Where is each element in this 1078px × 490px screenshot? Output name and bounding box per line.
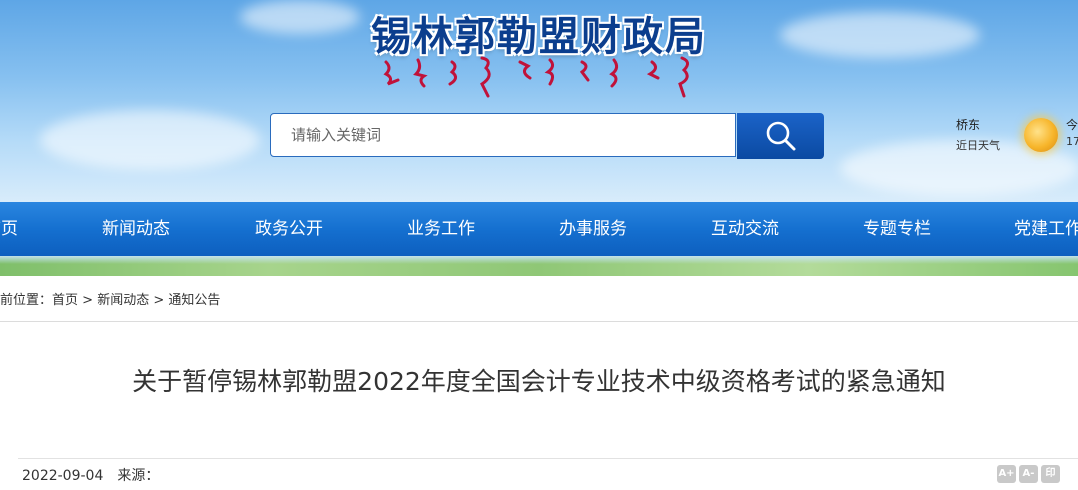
weather-label: 近日天气 [956, 139, 1000, 152]
nav-item-gov-affairs[interactable]: 政务公开 [255, 202, 323, 256]
nav-item-party-building[interactable]: 党建工作 [1014, 202, 1078, 256]
breadcrumb: 当前位置：首页 > 新闻动态 > 通知公告 [0, 289, 233, 308]
grassland-haze [0, 256, 1078, 264]
article-date: 2022-09-04 [22, 468, 104, 484]
breadcrumb-home[interactable]: 首页 [52, 293, 78, 308]
article-meta: 2022-09-04 来源： [22, 465, 173, 485]
font-smaller-button[interactable]: A- [1019, 465, 1038, 483]
search-box [270, 113, 736, 157]
article-title: 关于暂停锡林郭勒盟2022年度全国会计专业技术中级资格考试的紧急通知 [132, 367, 946, 396]
breadcrumb-separator: > [82, 293, 94, 308]
breadcrumb-news[interactable]: 新闻动态 [97, 293, 149, 308]
print-button[interactable]: 印 [1041, 465, 1060, 483]
nav-item-special-topics[interactable]: 专题专栏 [863, 202, 931, 256]
weather-temperature: 17 [1066, 135, 1078, 148]
article-source-label: 来源： [117, 468, 160, 484]
nav-item-services[interactable]: 办事服务 [559, 202, 627, 256]
weather-widget: 桥东 近日天气 [956, 116, 1000, 153]
font-size-tools: A+ A- 印 [997, 465, 1060, 483]
nav-item-home[interactable]: 首页 [0, 202, 18, 256]
site-header: 锡林郭勒盟财政局 桥东 近日天气 今 17 [0, 0, 1078, 202]
breadcrumb-prefix: 当前位置： [0, 293, 53, 308]
nav-item-news[interactable]: 新闻动态 [102, 202, 170, 256]
breadcrumb-notices[interactable]: 通知公告 [168, 293, 220, 308]
mongolian-script-logo [383, 56, 689, 98]
divider [0, 321, 1078, 322]
font-larger-button[interactable]: A+ [997, 465, 1016, 483]
sun-icon [1024, 118, 1058, 152]
search-button[interactable] [737, 113, 824, 159]
weather-city: 桥东 [956, 118, 981, 132]
weather-today: 今 [1066, 118, 1078, 132]
nav-item-interaction[interactable]: 互动交流 [711, 202, 779, 256]
cloud-decoration [40, 110, 260, 170]
breadcrumb-separator: > [153, 293, 165, 308]
search-input[interactable] [289, 125, 717, 145]
nav-item-business[interactable]: 业务工作 [407, 202, 475, 256]
main-nav: 首页 新闻动态 政务公开 业务工作 办事服务 互动交流 专题专栏 党建工作 [0, 202, 1078, 256]
divider [18, 458, 1078, 459]
search-icon [766, 121, 795, 151]
